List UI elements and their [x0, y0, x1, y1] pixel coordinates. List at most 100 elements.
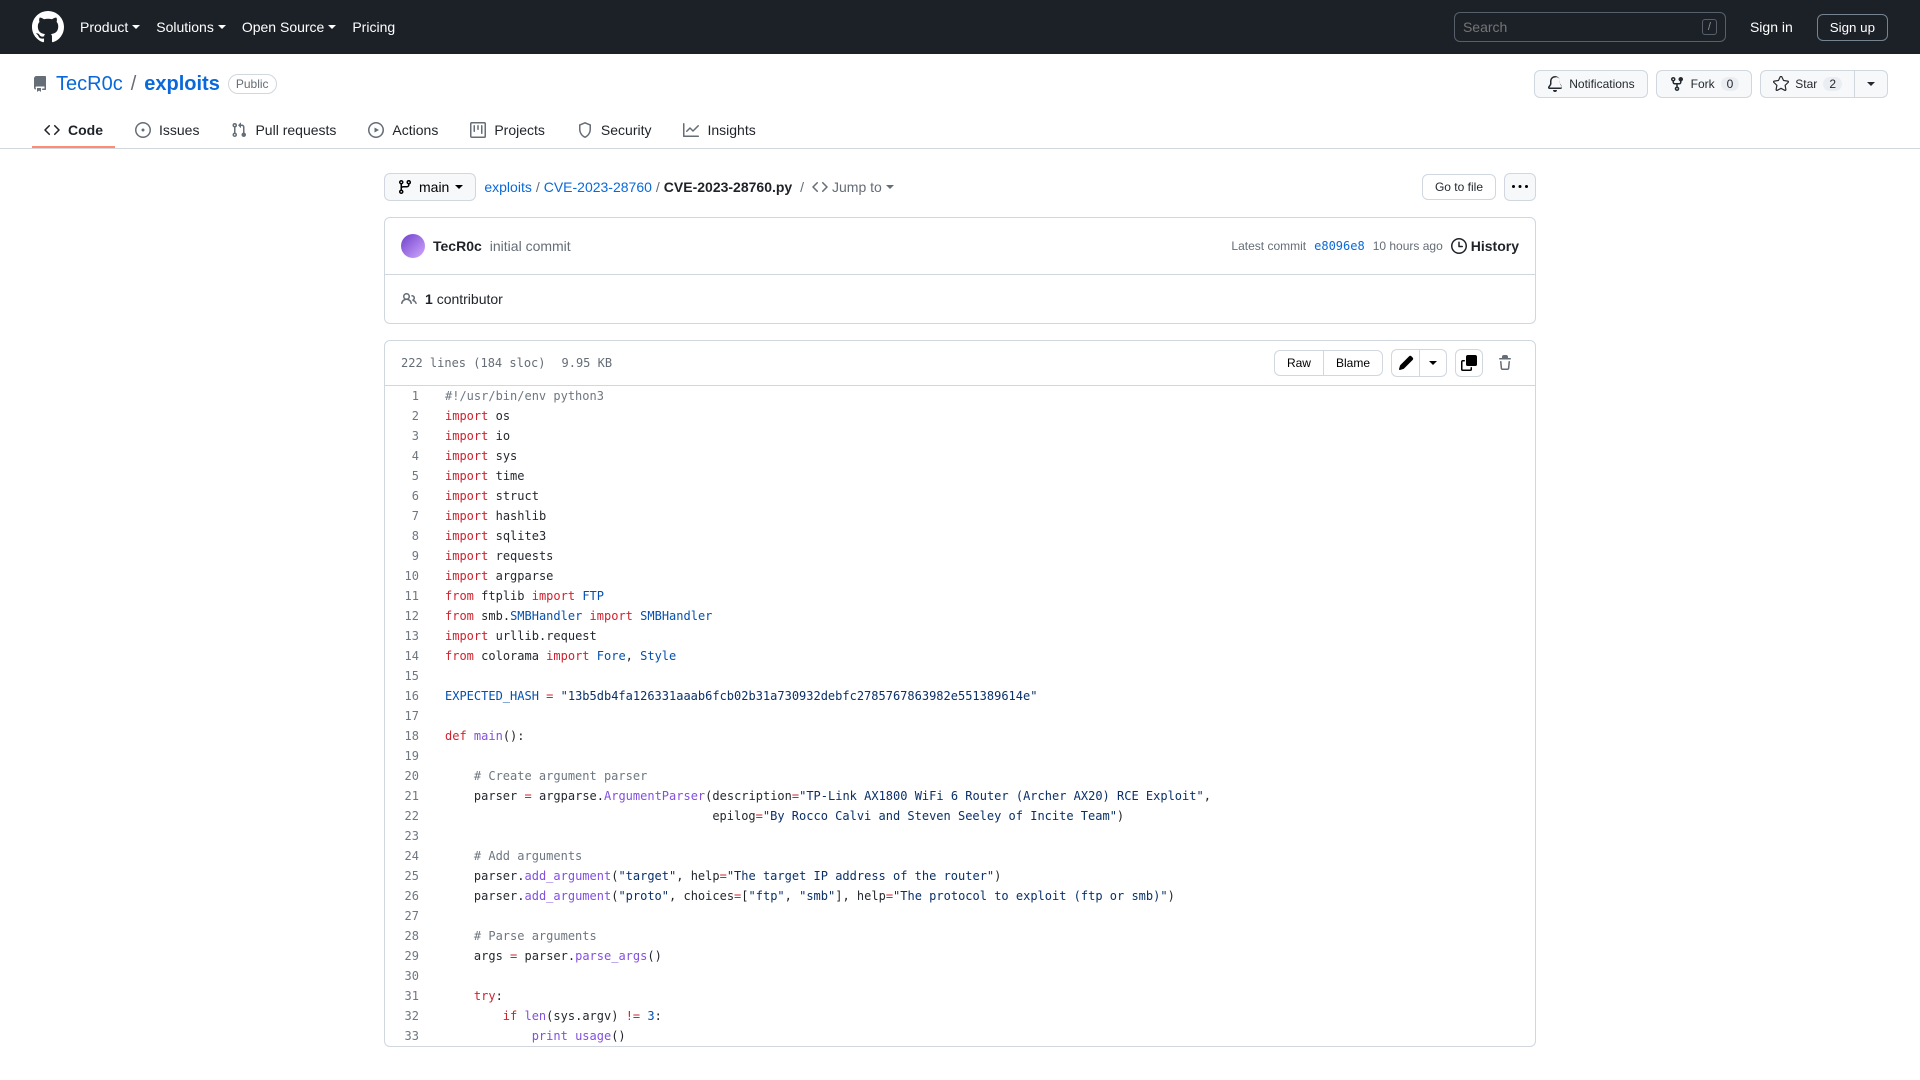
- edit-dropdown[interactable]: [1419, 349, 1447, 377]
- author-avatar[interactable]: [401, 234, 425, 258]
- code-box: 222 lines (184 sloc) 9.95 KB RawBlame 1#…: [384, 340, 1536, 1047]
- tab-actions[interactable]: Actions: [356, 114, 450, 148]
- tab-code[interactable]: Code: [32, 114, 115, 148]
- line-number[interactable]: 5: [385, 466, 435, 486]
- line-number[interactable]: 17: [385, 706, 435, 726]
- sign-up-button[interactable]: Sign up: [1817, 14, 1888, 41]
- chevron-down-icon: [218, 25, 226, 29]
- line-number[interactable]: 12: [385, 606, 435, 626]
- star-button-group: Star 2: [1760, 70, 1888, 98]
- line-number[interactable]: 15: [385, 666, 435, 686]
- repo-name-link[interactable]: exploits: [144, 73, 220, 96]
- line-content: [435, 966, 445, 986]
- blame-button[interactable]: Blame: [1323, 350, 1383, 376]
- line-content: #!/usr/bin/env python3: [435, 386, 604, 406]
- line-number[interactable]: 2: [385, 406, 435, 426]
- line-number[interactable]: 13: [385, 626, 435, 646]
- projects-icon: [470, 122, 486, 138]
- line-number[interactable]: 9: [385, 546, 435, 566]
- line-content: epilog="By Rocco Calvi and Steven Seeley…: [435, 806, 1124, 826]
- line-content: import struct: [435, 486, 539, 506]
- line-number[interactable]: 33: [385, 1026, 435, 1046]
- repo-owner-link[interactable]: TecR0c: [56, 73, 123, 96]
- jump-to-button[interactable]: Jump to: [812, 179, 894, 195]
- sign-in-link[interactable]: Sign in: [1742, 13, 1801, 41]
- author-link[interactable]: TecR0c: [433, 238, 482, 254]
- code-line: 30: [385, 966, 1535, 986]
- delete-button[interactable]: [1491, 349, 1519, 377]
- code-line: 27: [385, 906, 1535, 926]
- line-number[interactable]: 20: [385, 766, 435, 786]
- line-content: import hashlib: [435, 506, 546, 526]
- breadcrumb-root[interactable]: exploits: [484, 179, 531, 195]
- line-number[interactable]: 25: [385, 866, 435, 886]
- line-number[interactable]: 16: [385, 686, 435, 706]
- more-actions-button[interactable]: [1504, 173, 1536, 201]
- copy-button[interactable]: [1455, 349, 1483, 377]
- history-link[interactable]: History: [1451, 238, 1519, 254]
- edit-button[interactable]: [1391, 349, 1419, 377]
- line-content: # Add arguments: [435, 846, 582, 866]
- commit-message[interactable]: initial commit: [490, 238, 571, 254]
- line-number[interactable]: 24: [385, 846, 435, 866]
- branch-select[interactable]: main: [384, 173, 476, 201]
- github-logo[interactable]: [32, 11, 64, 43]
- latest-commit-label: Latest commit: [1231, 239, 1306, 253]
- line-number[interactable]: 7: [385, 506, 435, 526]
- line-number[interactable]: 1: [385, 386, 435, 406]
- star-button[interactable]: Star 2: [1760, 70, 1855, 98]
- global-nav: Product Solutions Open Source Pricing: [80, 13, 1438, 41]
- line-number[interactable]: 30: [385, 966, 435, 986]
- line-number[interactable]: 11: [385, 586, 435, 606]
- nav-pricing[interactable]: Pricing: [352, 13, 395, 41]
- tab-projects[interactable]: Projects: [458, 114, 557, 148]
- notifications-button[interactable]: Notifications: [1534, 70, 1647, 98]
- line-number[interactable]: 8: [385, 526, 435, 546]
- nav-solutions[interactable]: Solutions: [156, 13, 226, 41]
- line-number[interactable]: 32: [385, 1006, 435, 1026]
- line-number[interactable]: 29: [385, 946, 435, 966]
- code-line: 18def main():: [385, 726, 1535, 746]
- line-number[interactable]: 31: [385, 986, 435, 1006]
- line-number[interactable]: 10: [385, 566, 435, 586]
- chevron-down-icon: [1429, 361, 1437, 365]
- breadcrumb-file: CVE-2023-28760.py: [664, 179, 792, 195]
- line-number[interactable]: 21: [385, 786, 435, 806]
- tab-issues[interactable]: Issues: [123, 114, 211, 148]
- line-number[interactable]: 27: [385, 906, 435, 926]
- line-content: print usage(): [435, 1026, 626, 1046]
- commit-sha[interactable]: e8096e8: [1314, 239, 1365, 253]
- line-number[interactable]: 3: [385, 426, 435, 446]
- line-content: [435, 746, 445, 766]
- copy-icon: [1461, 355, 1477, 371]
- tab-insights[interactable]: Insights: [671, 114, 767, 148]
- trash-icon: [1497, 355, 1513, 371]
- tab-security[interactable]: Security: [565, 114, 664, 148]
- fork-count: 0: [1721, 77, 1740, 91]
- line-content: import requests: [435, 546, 553, 566]
- star-dropdown[interactable]: [1855, 70, 1888, 98]
- line-number[interactable]: 23: [385, 826, 435, 846]
- code-content[interactable]: 1#!/usr/bin/env python32import os3import…: [385, 386, 1535, 1046]
- history-icon: [1451, 238, 1467, 254]
- line-number[interactable]: 28: [385, 926, 435, 946]
- repo-icon: [32, 76, 48, 92]
- line-number[interactable]: 18: [385, 726, 435, 746]
- line-number[interactable]: 22: [385, 806, 435, 826]
- line-number[interactable]: 4: [385, 446, 435, 466]
- line-number[interactable]: 6: [385, 486, 435, 506]
- raw-button[interactable]: Raw: [1274, 350, 1323, 376]
- nav-product[interactable]: Product: [80, 13, 140, 41]
- global-search[interactable]: /: [1454, 12, 1726, 42]
- file-size: 9.95 KB: [562, 356, 613, 370]
- fork-icon: [1669, 76, 1685, 92]
- nav-open-source[interactable]: Open Source: [242, 13, 337, 41]
- line-number[interactable]: 14: [385, 646, 435, 666]
- tab-pull-requests[interactable]: Pull requests: [219, 114, 348, 148]
- go-to-file-button[interactable]: Go to file: [1422, 174, 1496, 200]
- line-number[interactable]: 19: [385, 746, 435, 766]
- line-number[interactable]: 26: [385, 886, 435, 906]
- search-input[interactable]: [1463, 19, 1702, 35]
- breadcrumb-dir[interactable]: CVE-2023-28760: [544, 179, 652, 195]
- fork-button[interactable]: Fork 0: [1656, 70, 1753, 98]
